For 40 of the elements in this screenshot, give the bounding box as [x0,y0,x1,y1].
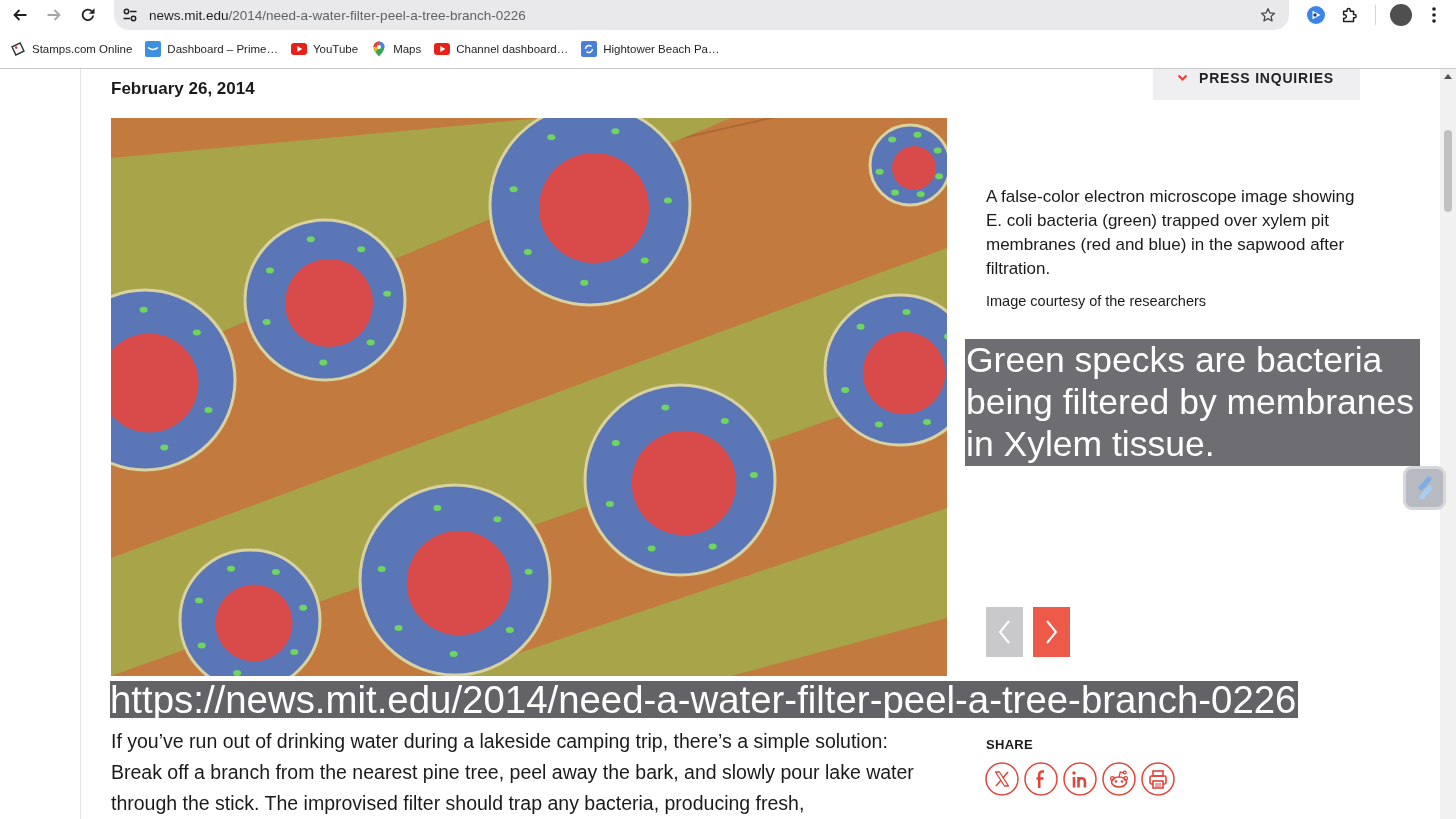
tune-icon[interactable] [122,7,138,23]
tag-icon [10,41,26,57]
bookmark-item[interactable]: Stamps.com Online [10,41,133,57]
image-caption: A false-color electron microscope image showing E. coli bacteria (green) trapped over xylem pit membranes (red and blue) in the sapwood after filtration. [986,186,1355,280]
press-inquiries-button[interactable]: PRESS INQUIRIES [1153,69,1360,100]
bookmark-item[interactable]: Maps [371,41,422,57]
scrollbar[interactable] [1440,69,1456,819]
url-overlay-text: https://news.mit.edu/2014/need-a-water-filter-peel-a-tree-branch-0226 [110,681,1299,718]
in-letters-icon[interactable] [1063,762,1097,796]
bookmark-item[interactable]: Dashboard – Prime… [145,41,278,57]
bookmark-item[interactable]: Channel dashboard… [434,41,569,57]
avatar-icon[interactable] [1390,4,1412,26]
play-badge-icon[interactable] [1307,6,1325,24]
puzzle-icon[interactable] [1341,6,1359,24]
f-letter-icon[interactable] [1024,762,1058,796]
url-text: news.mit.edu/2014/need-a-water-filter-peel-a-tree-branch-0226 [149,7,526,23]
annotation-label: Green specks are bacteria being filtered by membranes in Xylem tissue. [965,339,1420,466]
play-button-icon [434,41,451,57]
reload-icon[interactable] [80,7,96,23]
printer-icon[interactable] [1141,762,1175,796]
article-date: February 26, 2014 [111,79,255,99]
article-paragraph: If you’ve run out of drinking water during a lakeside camping trip, there’s a simple solution: Break off a branch from the nearest pine tree, peel away the bark, and slowly pour lake water through the stick. The improvised filter should trap any bacteria, producing fresh, [111,729,915,816]
scrollbar-thumb[interactable] [1444,130,1452,212]
star-icon[interactable] [1260,7,1276,23]
address-bar[interactable]: news.mit.edu/2014/need-a-water-filter-peel-a-tree-branch-0226 [114,0,1289,30]
chevron-right-icon [1045,619,1058,645]
play-button-icon [290,41,307,57]
image-credit: Image courtesy of the researchers [986,293,1207,309]
x-letter-icon[interactable] [985,762,1019,796]
scroll-up-icon[interactable] [1444,74,1452,79]
share-label: SHARE [986,738,1034,752]
next-button[interactable] [1033,607,1070,657]
smile-tile-icon [145,41,162,57]
chevron-left-icon [998,619,1011,645]
more-menu-icon[interactable] [1432,7,1436,23]
arrows-tile-icon [581,41,598,57]
back-arrow-icon[interactable] [12,7,28,23]
bookmark-item[interactable]: YouTube [290,41,359,57]
bookmark-item[interactable]: Hightower Beach Pa… [581,41,720,57]
alien-head-icon[interactable] [1102,762,1136,796]
